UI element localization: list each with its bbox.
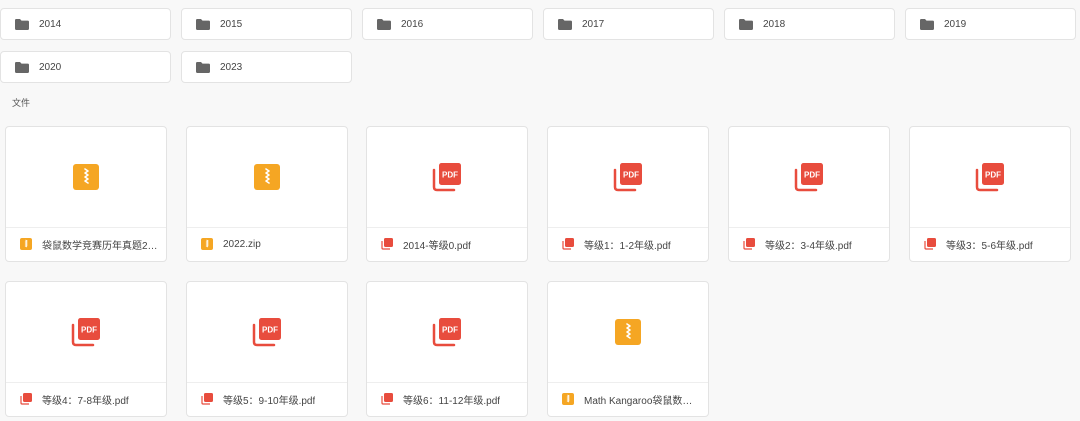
folder-2017[interactable]: 2017 <box>543 8 714 40</box>
file-preview <box>548 282 708 383</box>
zip-icon <box>254 164 280 190</box>
folder-label: 2018 <box>763 18 786 30</box>
pdf-icon <box>562 238 574 250</box>
pdf-icon <box>743 238 755 250</box>
file-card[interactable]: PDF 等级1：1-2年级.pdf <box>547 126 709 262</box>
folder-icon <box>15 61 29 73</box>
zip-icon <box>73 164 99 190</box>
pdf-icon-text: PDF <box>985 171 1001 180</box>
pdf-icon-text: PDF <box>262 326 278 335</box>
file-name: 2014-等级0.pdf <box>403 240 471 252</box>
folder-label: 2014 <box>39 18 62 30</box>
file-name: 等级3：5-6年级.pdf <box>946 240 1033 252</box>
folder-icon <box>196 61 210 73</box>
zip-icon <box>201 238 213 250</box>
folder-2014[interactable]: 2014 <box>0 8 171 40</box>
pdf-icon <box>381 238 393 250</box>
pdf-icon: PDF <box>432 318 461 347</box>
file-name: 等级2：3-4年级.pdf <box>765 240 852 252</box>
folder-label: 2019 <box>944 18 967 30</box>
file-name: 袋鼠数学竞赛历年真题2… <box>42 240 158 252</box>
zip-icon <box>562 393 574 405</box>
pdf-icon: PDF <box>71 318 100 347</box>
file-preview: PDF <box>367 127 527 228</box>
file-card[interactable]: PDF 等级6：11-12年级.pdf <box>366 281 528 417</box>
folder-label: 2016 <box>401 18 424 30</box>
folder-icon <box>558 18 572 30</box>
folder-label: 2023 <box>220 61 243 73</box>
folder-2015[interactable]: 2015 <box>181 8 352 40</box>
file-name: 等级4：7-8年级.pdf <box>42 395 129 407</box>
file-preview: PDF <box>548 127 708 228</box>
file-preview <box>6 127 166 228</box>
folder-icon <box>196 18 210 30</box>
file-name: 等级1：1-2年级.pdf <box>584 240 671 252</box>
pdf-icon: PDF <box>252 318 281 347</box>
folder-2016[interactable]: 2016 <box>362 8 533 40</box>
folder-2023[interactable]: 2023 <box>181 51 352 83</box>
pdf-icon-text: PDF <box>623 171 639 180</box>
file-name: 2022.zip <box>223 238 261 250</box>
pdf-icon <box>20 393 32 405</box>
file-preview: PDF <box>729 127 889 228</box>
file-name: 等级6：11-12年级.pdf <box>403 395 501 407</box>
folder-label: 2015 <box>220 18 243 30</box>
file-name: 等级5：9-10年级.pdf <box>223 395 316 407</box>
files-section-label: 文件 <box>12 98 31 108</box>
file-card[interactable]: PDF 等级5：9-10年级.pdf <box>186 281 348 417</box>
folder-2020[interactable]: 2020 <box>0 51 171 83</box>
file-preview: PDF <box>187 282 347 383</box>
pdf-icon: PDF <box>794 163 823 192</box>
pdf-icon-text: PDF <box>81 326 97 335</box>
pdf-icon: PDF <box>975 163 1004 192</box>
pdf-icon-text: PDF <box>442 326 458 335</box>
zip-icon <box>20 238 32 250</box>
folder-icon <box>920 18 934 30</box>
file-preview: PDF <box>367 282 527 383</box>
file-card[interactable]: PDF 等级3：5-6年级.pdf <box>909 126 1071 262</box>
folder-label: 2017 <box>582 18 605 30</box>
folder-2019[interactable]: 2019 <box>905 8 1076 40</box>
file-card[interactable]: 2022.zip <box>186 126 348 262</box>
file-preview: PDF <box>6 282 166 383</box>
folder-icon <box>739 18 753 30</box>
pdf-icon <box>381 393 393 405</box>
file-preview: PDF <box>910 127 1070 228</box>
folder-2018[interactable]: 2018 <box>724 8 895 40</box>
file-card[interactable]: PDF 等级2：3-4年级.pdf <box>728 126 890 262</box>
folder-icon <box>15 18 29 30</box>
file-card[interactable]: PDF 等级4：7-8年级.pdf <box>5 281 167 417</box>
file-card[interactable]: 袋鼠数学竞赛历年真题2… <box>5 126 167 262</box>
file-preview <box>187 127 347 228</box>
pdf-icon: PDF <box>432 163 461 192</box>
pdf-icon <box>924 238 936 250</box>
pdf-icon: PDF <box>613 163 642 192</box>
folder-icon <box>377 18 391 30</box>
pdf-icon-text: PDF <box>442 171 458 180</box>
file-card[interactable]: Math Kangaroo袋鼠数… <box>547 281 709 417</box>
pdf-icon-text: PDF <box>804 171 820 180</box>
file-name: Math Kangaroo袋鼠数… <box>584 395 693 407</box>
file-card[interactable]: PDF 2014-等级0.pdf <box>366 126 528 262</box>
pdf-icon <box>201 393 213 405</box>
zip-icon <box>615 319 641 345</box>
folder-label: 2020 <box>39 61 62 73</box>
